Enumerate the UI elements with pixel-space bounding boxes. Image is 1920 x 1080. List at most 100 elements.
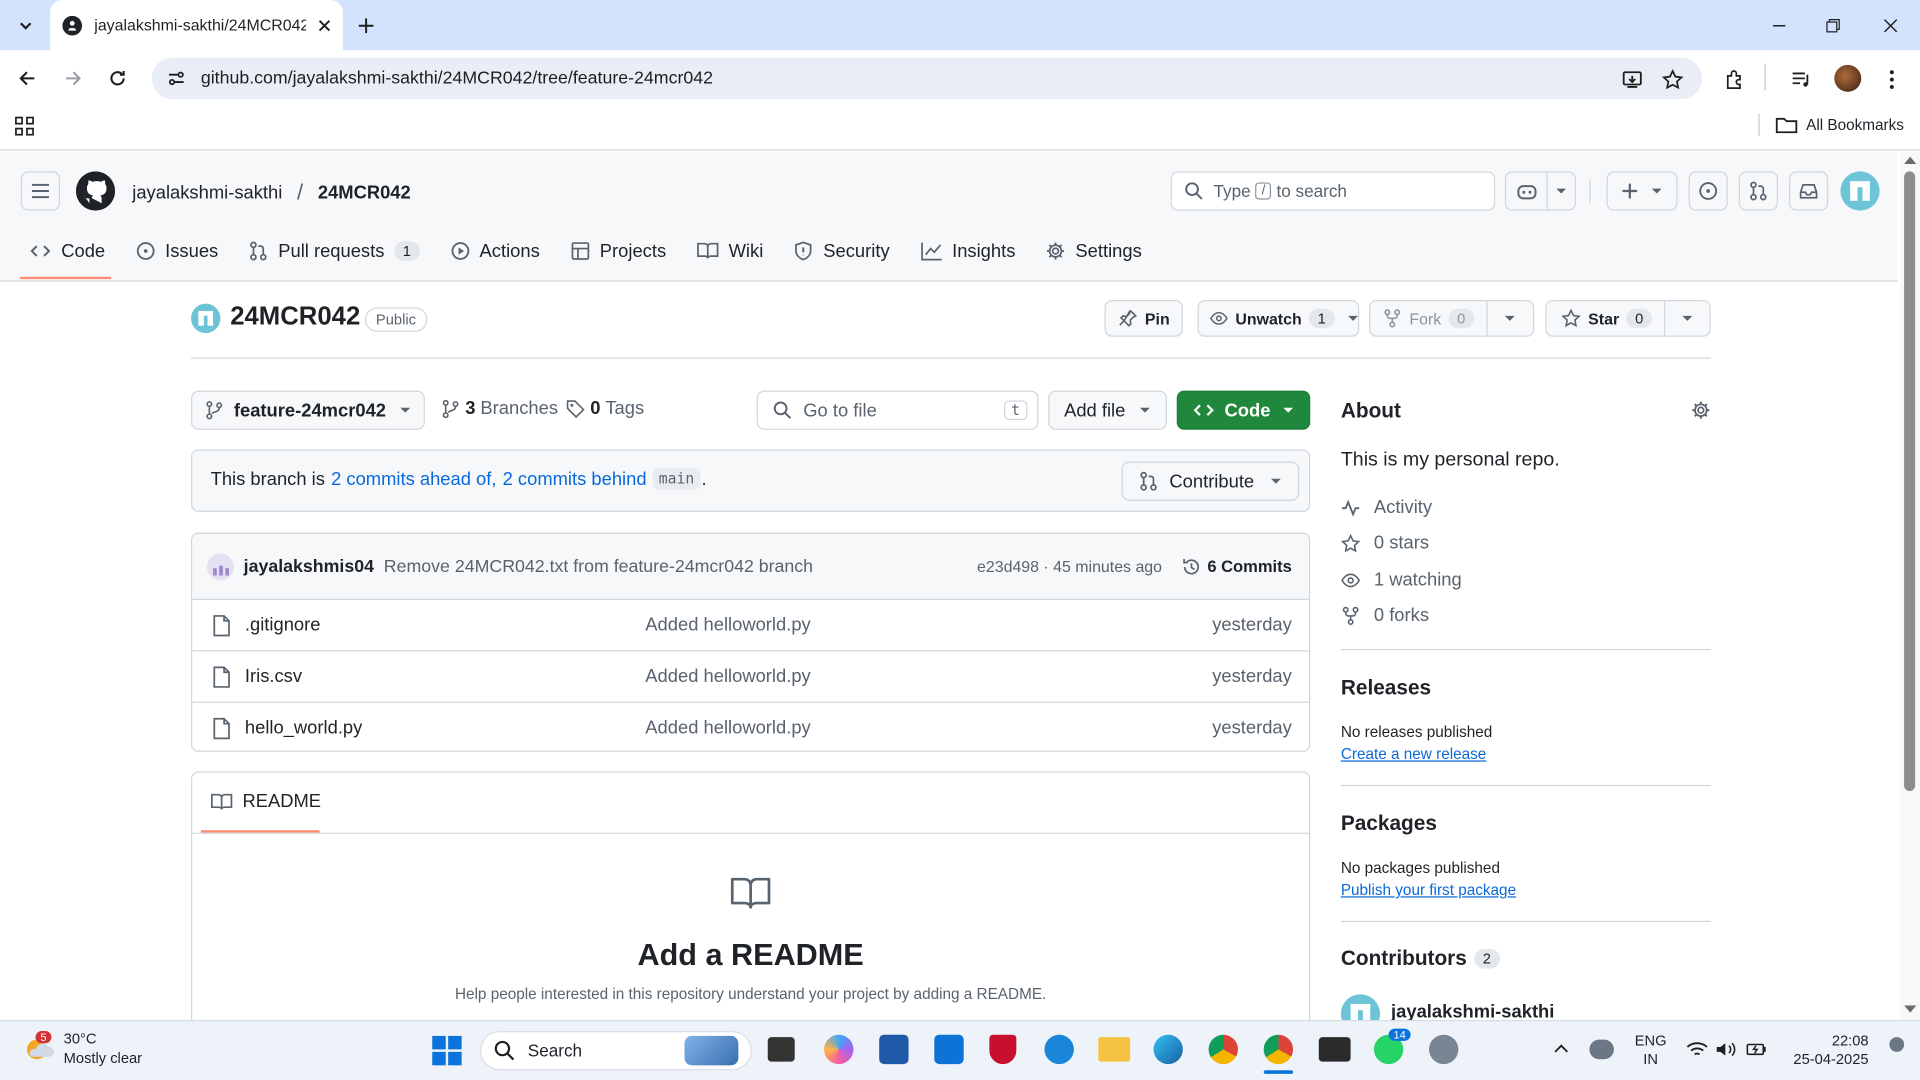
forward-button[interactable] [59, 64, 88, 93]
branches-link[interactable]: 3 Branches [441, 398, 558, 419]
weather-widget[interactable]: 5 30°C Mostly clear [22, 1029, 142, 1068]
store-app-icon[interactable] [879, 1034, 909, 1065]
fork-dropdown-button[interactable] [1487, 301, 1533, 335]
chrome-profile-icon[interactable] [1263, 1034, 1294, 1065]
tab-search-button[interactable] [10, 10, 42, 42]
commits-history-link[interactable]: 6 Commits [1182, 557, 1292, 577]
tab-wiki[interactable]: Wiki [687, 233, 773, 270]
chevron-up-icon[interactable] [1554, 1043, 1569, 1053]
system-clock[interactable]: 22:08 25-04-2025 [1783, 1032, 1868, 1069]
start-button[interactable] [431, 1035, 463, 1067]
readme-tab[interactable]: README [210, 791, 321, 812]
scrollbar-thumb[interactable] [1904, 171, 1916, 792]
close-icon[interactable] [318, 19, 331, 31]
table-row[interactable]: Iris.csv Added helloworld.py yesterday [192, 650, 1309, 701]
reload-button[interactable] [103, 64, 132, 93]
go-to-file-input[interactable]: Go to file t [756, 390, 1039, 430]
browser-menu-button[interactable] [1880, 66, 1904, 93]
inbox-button[interactable] [1788, 171, 1829, 211]
install-app-button[interactable] [1619, 66, 1646, 93]
chrome-browser-icon[interactable] [1208, 1034, 1238, 1065]
commit-author[interactable]: jayalakshmis04 [244, 557, 374, 577]
create-release-link[interactable]: Create a new release [1341, 746, 1487, 763]
help-app-icon[interactable] [1044, 1034, 1074, 1065]
tab-settings[interactable]: Settings [1036, 233, 1151, 270]
tab-issues[interactable]: Issues [126, 233, 228, 270]
create-new-button[interactable] [1606, 171, 1678, 211]
file-name[interactable]: .gitignore [245, 615, 645, 636]
table-row[interactable]: hello_world.py Added helloworld.py yeste… [192, 701, 1309, 751]
commits-ahead-link[interactable]: 2 commits ahead of, [331, 468, 496, 489]
base-branch-label[interactable]: main [652, 467, 701, 490]
settings-app-icon[interactable] [1428, 1034, 1459, 1065]
pin-button[interactable]: Pin [1104, 300, 1184, 337]
all-bookmarks-button[interactable]: All Bookmarks [1775, 113, 1904, 137]
wifi-icon[interactable] [1686, 1041, 1708, 1058]
media-controls-button[interactable] [1788, 66, 1815, 93]
packages-title[interactable]: Packages [1341, 812, 1437, 836]
code-button[interactable]: Code [1176, 390, 1311, 430]
mcafee-app-icon[interactable] [989, 1034, 1017, 1065]
tab-insights[interactable]: Insights [910, 233, 1025, 270]
edge-browser-icon[interactable] [1153, 1034, 1183, 1065]
apps-button[interactable] [12, 114, 36, 138]
star-dropdown-button[interactable] [1665, 301, 1709, 335]
notification-icon[interactable] [1883, 1031, 1910, 1058]
myhp-app-icon[interactable] [934, 1034, 964, 1065]
language-indicator[interactable]: ENG IN [1635, 1032, 1667, 1069]
file-commit-message[interactable]: Added helloworld.py [645, 615, 1212, 636]
file-explorer-icon[interactable] [1098, 1037, 1131, 1062]
forks-link[interactable]: 0 forks [1341, 605, 1429, 626]
repo-link[interactable]: 24MCR042 [318, 182, 411, 203]
terminal-app-icon[interactable] [1318, 1037, 1351, 1062]
watching-link[interactable]: 1 watching [1341, 569, 1462, 590]
about-settings-button[interactable] [1689, 398, 1713, 422]
global-search-input[interactable]: Type / to search [1170, 171, 1496, 211]
star-button[interactable]: Star 0 [1547, 301, 1666, 336]
extensions-button[interactable] [1722, 66, 1749, 93]
bookmark-star-button[interactable] [1659, 66, 1686, 93]
commit-hash-time[interactable]: e23d498 · 45 minutes ago [977, 557, 1162, 575]
contributors-heading[interactable]: Contributors 2 [1341, 947, 1500, 971]
back-button[interactable] [12, 64, 41, 93]
add-file-button[interactable]: Add file [1048, 390, 1167, 430]
scroll-down-icon[interactable] [1904, 1005, 1917, 1014]
contribute-button[interactable]: Contribute [1121, 461, 1300, 501]
github-logo-icon[interactable] [75, 171, 116, 211]
site-settings-icon[interactable] [167, 69, 187, 89]
commit-message[interactable]: Remove 24MCR042.txt from feature-24mcr04… [384, 557, 977, 577]
new-tab-button[interactable] [350, 10, 382, 42]
publish-package-link[interactable]: Publish your first package [1341, 882, 1516, 899]
tab-pull-requests[interactable]: Pull requests 1 [239, 233, 429, 270]
copilot-button[interactable] [1504, 171, 1576, 211]
table-row[interactable]: .gitignore Added helloworld.py yesterday [192, 598, 1309, 650]
browser-tab[interactable]: jayalakshmi-sakthi/24MCR042 a [50, 0, 343, 51]
tab-actions[interactable]: Actions [440, 233, 549, 270]
global-menu-button[interactable] [20, 171, 61, 211]
tags-link[interactable]: 0 Tags [566, 398, 644, 419]
scroll-up-icon[interactable] [1904, 156, 1917, 165]
releases-title[interactable]: Releases [1341, 676, 1431, 700]
fork-button[interactable]: Fork 0 [1370, 301, 1488, 336]
branch-select[interactable]: feature-24mcr042 [191, 390, 425, 430]
close-window-button[interactable] [1875, 10, 1907, 42]
copilot-app-icon[interactable] [824, 1034, 854, 1065]
volume-icon[interactable] [1716, 1041, 1738, 1058]
pull-requests-button[interactable] [1738, 171, 1778, 211]
repo-title[interactable]: 24MCR042 [230, 302, 360, 331]
tab-code[interactable]: Code [20, 233, 115, 270]
minimize-button[interactable] [1763, 10, 1795, 42]
unwatch-button[interactable]: Unwatch 1 [1197, 300, 1360, 337]
file-commit-message[interactable]: Added helloworld.py [645, 718, 1212, 739]
tab-projects[interactable]: Projects [561, 233, 676, 270]
activity-link[interactable]: Activity [1341, 497, 1432, 518]
onedrive-icon[interactable] [1589, 1039, 1614, 1060]
file-commit-message[interactable]: Added helloworld.py [645, 666, 1212, 687]
file-name[interactable]: Iris.csv [245, 666, 645, 687]
file-name[interactable]: hello_world.py [245, 718, 645, 739]
taskbar-search[interactable]: Search [480, 1031, 752, 1071]
tab-security[interactable]: Security [784, 233, 899, 270]
battery-icon[interactable] [1746, 1041, 1768, 1058]
restore-button[interactable] [1817, 10, 1849, 42]
address-bar[interactable]: github.com/jayalakshmi-sakthi/24MCR042/t… [151, 57, 1703, 100]
